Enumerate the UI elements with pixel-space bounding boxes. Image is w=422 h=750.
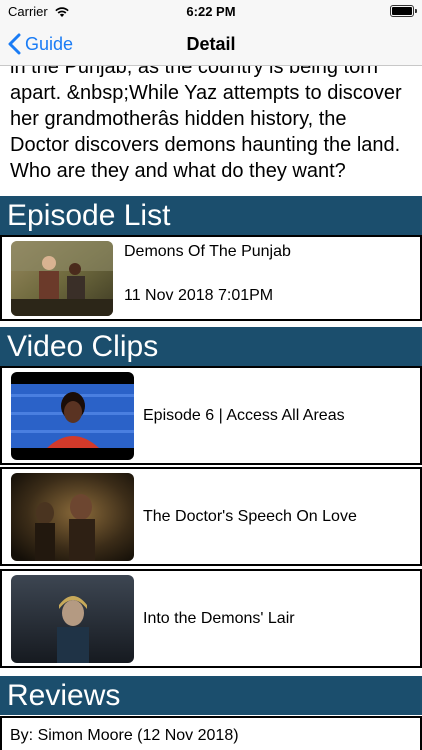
status-bar: Carrier 6:22 PM (0, 0, 422, 22)
episode-description: in the Punjab, as the country is being t… (10, 66, 402, 182)
episode-list-item[interactable]: Demons Of The Punjab 11 Nov 2018 7:01PM (0, 235, 422, 321)
clip-thumbnail (11, 575, 134, 663)
clip-thumbnail (11, 473, 134, 561)
review-item[interactable]: By: Simon Moore (12 Nov 2018) (0, 716, 422, 750)
video-clip-item[interactable]: Episode 6 | Access All Areas (0, 366, 422, 465)
screen: Carrier 6:22 PM Guide Detail in the Punj… (0, 0, 422, 750)
section-header-episode-list: Episode List (0, 196, 422, 235)
detail-scroll-view[interactable]: in the Punjab, as the country is being t… (0, 66, 422, 750)
section-header-video-clips: Video Clips (0, 327, 422, 366)
status-time: 6:22 PM (186, 4, 236, 19)
clip-title: Episode 6 | Access All Areas (143, 407, 345, 424)
episode-thumbnail (11, 241, 113, 316)
section-header-reviews: Reviews (0, 676, 422, 715)
battery-icon (390, 5, 417, 17)
clip-thumbnail (11, 372, 134, 460)
clip-title: The Doctor's Speech On Love (143, 508, 357, 525)
video-clip-item[interactable]: Into the Demons' Lair (0, 569, 422, 668)
navigation-bar: Guide Detail (0, 22, 422, 66)
episode-title: Demons Of The Punjab (124, 243, 291, 260)
video-clip-item[interactable]: The Doctor's Speech On Love (0, 467, 422, 566)
nav-title: Detail (186, 34, 236, 54)
clip-title: Into the Demons' Lair (143, 610, 295, 627)
episode-date: 11 Nov 2018 7:01PM (124, 287, 274, 304)
review-author: By: Simon Moore (12 Nov 2018) (10, 727, 239, 744)
